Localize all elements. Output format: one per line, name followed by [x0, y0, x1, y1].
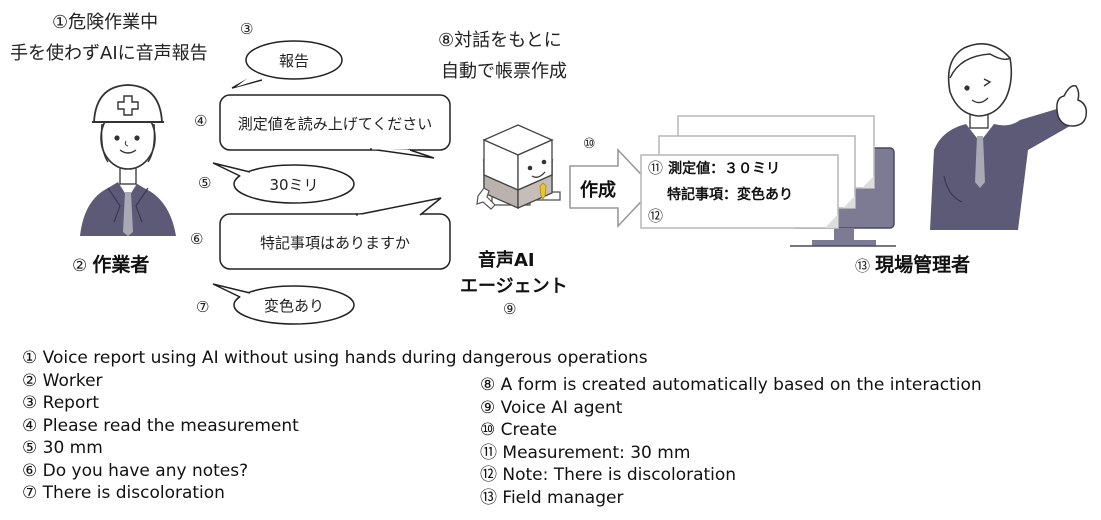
worker-name: 作業者	[92, 254, 150, 276]
dialogue-number-4: ④	[194, 112, 208, 130]
manager-thumbs-up-icon	[930, 42, 1088, 230]
form-measurement-text: 測定値：３０ミリ	[668, 161, 781, 177]
manager-label: ⑬ 現場管理者	[855, 250, 970, 277]
agent-label-line1: 音声AI	[478, 250, 535, 271]
legend-item: ⑪ Measurement: 30 mm	[480, 442, 691, 463]
legend-item: ⑧ A form is created automatically based …	[480, 375, 982, 395]
dialogue-number-3: ③	[240, 20, 254, 38]
bubble-text-discoloration: 変色あり	[263, 297, 324, 315]
agent-number: ⑨	[503, 300, 517, 318]
worker-with-helmet-icon	[80, 84, 176, 236]
robot-agent-icon	[476, 124, 561, 210]
bubble-text-report: 報告	[278, 52, 309, 70]
dialogue-number-7: ⑦	[196, 298, 210, 316]
agent-label-line2: エージェント	[460, 276, 568, 297]
dialogue-number-5: ⑤	[198, 174, 212, 192]
bubble-text-30mm: 30ミリ	[269, 176, 319, 194]
form-number-12: ⑫	[648, 207, 664, 225]
bubble-text-any-notes: 特記事項はありますか	[259, 234, 410, 252]
form-line-measurement: ⑪ 測定値：３０ミリ	[648, 157, 780, 178]
bubble-text-read-measurement: 測定値を読み上げてください	[237, 115, 433, 133]
legend-item: ⑨ Voice AI agent	[480, 397, 623, 418]
legend-item: ① Voice report using AI without using ha…	[22, 348, 648, 368]
legend-item: ⑩ Create	[480, 420, 558, 440]
dialogue-number-6: ⑥	[190, 230, 204, 248]
form-note-text: 特記事項：変色あり	[667, 187, 793, 203]
legend-item: ⑫ Note: There is discoloration	[480, 465, 737, 485]
worker-label: ② 作業者	[72, 250, 149, 277]
manager-number: ⑬	[855, 257, 871, 275]
worker-number: ②	[72, 256, 88, 276]
create-number: ⑩	[583, 136, 596, 152]
legend-right: ⑧ A form is created automatically based …	[480, 374, 982, 509]
form-number-11: ⑪	[648, 159, 664, 177]
legend-item: ⑬ Field manager	[480, 487, 624, 508]
create-label: 作成	[580, 180, 616, 201]
manager-name: 現場管理者	[875, 254, 971, 276]
